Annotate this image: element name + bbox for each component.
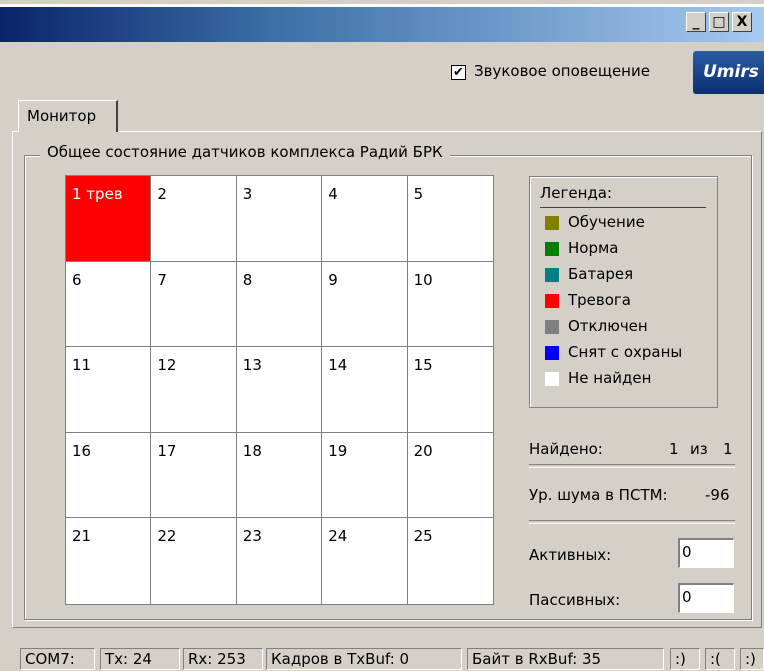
- sensor-cell[interactable]: 24: [322, 518, 408, 604]
- legend-swatch: [545, 346, 559, 360]
- status-indicator-2: :(: [705, 648, 735, 670]
- legend-label: Батарея: [568, 265, 634, 283]
- sensor-cell[interactable]: 5: [407, 176, 493, 262]
- legend-title: Легенда:: [540, 184, 613, 202]
- legend-label: Тревога: [568, 291, 632, 309]
- sensor-cell[interactable]: 25: [407, 518, 493, 604]
- status-port: COM7:: [20, 648, 95, 670]
- sensor-cell[interactable]: 4: [322, 176, 408, 262]
- active-count-field[interactable]: 0: [678, 538, 734, 568]
- sensor-cell[interactable]: 11: [66, 347, 152, 433]
- status-rx-buf: Байт в RxBuf: 35: [467, 648, 664, 670]
- sensor-cell[interactable]: 1 трев: [66, 176, 152, 262]
- tab-monitor[interactable]: Монитор: [18, 100, 118, 132]
- noise-label: Ур. шума в ПСТМ:: [529, 486, 668, 504]
- sensor-cell[interactable]: 14: [322, 347, 408, 433]
- sensor-cell[interactable]: 13: [236, 347, 323, 433]
- sensor-cell[interactable]: 2: [151, 176, 237, 262]
- of-label: из: [690, 440, 708, 458]
- sensor-cell[interactable]: 21: [66, 518, 152, 604]
- sound-alert-checkbox[interactable]: ✔: [451, 65, 466, 80]
- title-bar: [0, 4, 764, 42]
- sensor-cell[interactable]: 9: [322, 261, 408, 348]
- group-title: Общее состояние датчиков комплекса Радий…: [40, 143, 450, 161]
- sensor-cell[interactable]: 10: [407, 261, 493, 348]
- sensor-cell[interactable]: 15: [407, 347, 493, 433]
- sensor-cell[interactable]: 18: [236, 432, 323, 519]
- passive-label: Пассивных:: [529, 591, 621, 609]
- legend-swatch: [545, 320, 559, 334]
- minimize-button[interactable]: _: [686, 12, 706, 32]
- sensor-grid: 1 трев 2 3 4 5 6 7 8 9 10 11 12 13 14 15 16 17 18 19 20 21 22…: [65, 175, 494, 605]
- sensor-cell[interactable]: 12: [151, 347, 237, 433]
- close-button[interactable]: X: [732, 12, 752, 32]
- legend-divider: [540, 207, 706, 208]
- found-label: Найдено:: [529, 440, 603, 458]
- found-value: 1: [669, 440, 679, 458]
- sensor-cell[interactable]: 8: [236, 261, 323, 348]
- noise-value: -96: [705, 486, 730, 504]
- legend-swatch: [545, 216, 559, 230]
- sensor-cell[interactable]: 20: [407, 432, 493, 519]
- status-indicator-1: :): [670, 648, 700, 670]
- passive-count-field[interactable]: 0: [678, 583, 734, 613]
- status-rx: Rx: 253: [183, 648, 263, 670]
- sensor-cell[interactable]: 19: [322, 432, 408, 519]
- legend-label: Отключен: [568, 317, 648, 335]
- status-indicator-3: :): [740, 648, 764, 670]
- sensor-cell[interactable]: 23: [236, 518, 323, 604]
- separator: [529, 520, 735, 524]
- total-value: 1: [723, 440, 733, 458]
- sensor-cell[interactable]: 7: [151, 261, 237, 348]
- sound-alert-label[interactable]: Звуковое оповещение: [474, 62, 650, 80]
- status-tx-buf: Кадров в TxBuf: 0: [266, 648, 462, 670]
- sensor-cell[interactable]: 6: [66, 261, 152, 348]
- separator: [529, 464, 735, 468]
- sensor-cell[interactable]: 3: [236, 176, 323, 262]
- legend-label: Обучение: [568, 213, 645, 231]
- sensor-cell[interactable]: 22: [151, 518, 237, 604]
- legend-label: Норма: [568, 239, 619, 257]
- umirs-logo: Umirs: [693, 51, 764, 94]
- legend-swatch: [545, 294, 559, 308]
- legend-label: Снят с охраны: [568, 343, 683, 361]
- active-label: Активных:: [529, 546, 612, 564]
- legend-swatch: [545, 268, 559, 282]
- sensor-cell[interactable]: 17: [151, 432, 237, 519]
- legend-swatch: [545, 372, 559, 386]
- sensor-cell[interactable]: 16: [66, 432, 152, 519]
- legend-label: Не найден: [568, 369, 652, 387]
- legend-swatch: [545, 242, 559, 256]
- maximize-button[interactable]: □: [709, 12, 729, 32]
- status-tx: Tx: 24: [100, 648, 180, 670]
